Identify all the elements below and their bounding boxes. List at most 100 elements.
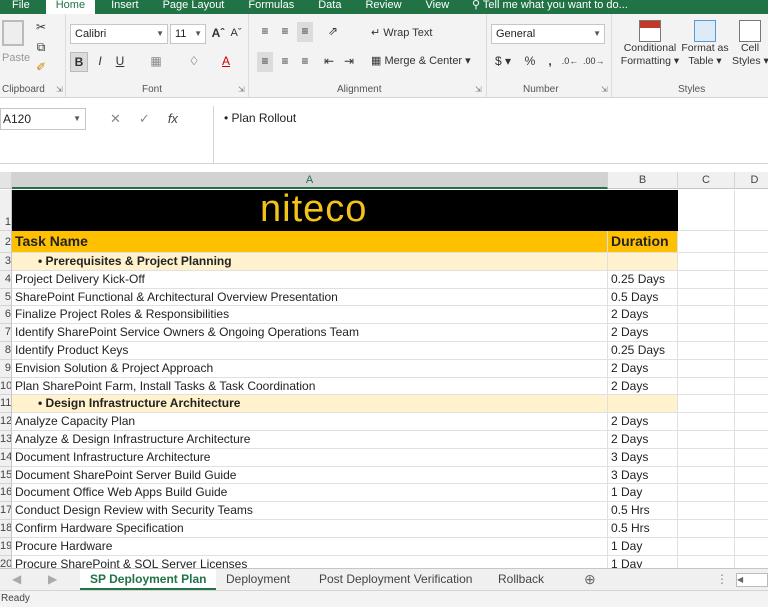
task-name-cell[interactable]: Finalize Project Roles & Responsibilitie… bbox=[12, 306, 608, 325]
duration-cell[interactable] bbox=[608, 253, 678, 271]
empty-cell[interactable] bbox=[735, 306, 768, 325]
cancel-icon[interactable]: ✕ bbox=[110, 108, 121, 130]
row-header[interactable]: 6 bbox=[0, 306, 12, 325]
percent-icon[interactable]: % bbox=[523, 52, 537, 72]
task-name-cell[interactable]: Procure Hardware bbox=[12, 537, 608, 556]
empty-cell[interactable] bbox=[735, 271, 768, 289]
empty-cell[interactable] bbox=[678, 306, 735, 325]
duration-cell[interactable]: 2 Days bbox=[608, 324, 678, 342]
duration-cell[interactable]: 2 Days bbox=[608, 306, 678, 325]
duration-cell[interactable]: 0.25 Days bbox=[608, 342, 678, 360]
align-top-icon[interactable]: ≡ bbox=[257, 22, 273, 42]
sheet-tab-post-deployment-verification[interactable]: Post Deployment Verification bbox=[319, 569, 472, 590]
row-header[interactable]: 10 bbox=[0, 377, 12, 396]
row-header[interactable]: 13 bbox=[0, 431, 12, 449]
empty-cell[interactable] bbox=[735, 520, 768, 538]
ribbon-tab-data[interactable]: Data bbox=[306, 0, 353, 14]
copy-icon[interactable]: ⧉ bbox=[34, 38, 48, 58]
row-header[interactable]: 8 bbox=[0, 342, 12, 360]
row-header[interactable]: 5 bbox=[0, 288, 12, 307]
duration-cell[interactable]: 1 Day bbox=[608, 555, 678, 568]
ribbon-tab-formulas[interactable]: Formulas bbox=[236, 0, 306, 14]
row-header[interactable]: 16 bbox=[0, 484, 12, 503]
task-name-cell[interactable]: Identify SharePoint Service Owners & Ong… bbox=[12, 324, 608, 342]
currency-icon[interactable]: $ ▾ bbox=[493, 52, 513, 72]
font-name-dropdown[interactable]: Calibri ▼ bbox=[70, 24, 168, 44]
tell-me-search[interactable]: ⚲ Tell me what you want to do... bbox=[472, 0, 628, 11]
clipboard-launcher-icon[interactable]: ⇲ bbox=[56, 85, 63, 94]
task-name-cell[interactable]: Conduct Design Review with Security Team… bbox=[12, 502, 608, 520]
shrink-font-icon[interactable]: Aˇ bbox=[228, 24, 244, 44]
task-name-cell[interactable]: Project Delivery Kick-Off bbox=[12, 270, 608, 289]
sheet-tab-sp-deployment-plan[interactable]: SP Deployment Plan bbox=[80, 569, 217, 590]
column-header-b[interactable]: B bbox=[608, 172, 678, 189]
task-name-cell[interactable]: Document Infrastructure Architecture bbox=[12, 448, 608, 467]
comma-style-icon[interactable]: , bbox=[543, 52, 557, 72]
row-header[interactable]: 20 bbox=[0, 555, 12, 568]
empty-cell[interactable] bbox=[678, 270, 735, 289]
empty-cell[interactable] bbox=[735, 467, 768, 485]
section-heading-cell[interactable]: • Prerequisites & Project Planning bbox=[12, 253, 608, 271]
row-header[interactable]: 4 bbox=[0, 270, 12, 289]
empty-cell[interactable] bbox=[678, 466, 735, 485]
decrease-indent-icon[interactable]: ⇤ bbox=[321, 52, 337, 72]
increase-decimal-icon[interactable]: .0← bbox=[561, 52, 579, 72]
empty-cell[interactable] bbox=[678, 342, 735, 360]
empty-cell[interactable] bbox=[678, 377, 735, 396]
select-all-corner[interactable] bbox=[0, 172, 12, 189]
empty-cell[interactable] bbox=[678, 395, 735, 414]
italic-button[interactable]: I bbox=[92, 52, 108, 72]
row-header[interactable]: 19 bbox=[0, 537, 12, 556]
empty-cell[interactable] bbox=[735, 484, 768, 503]
empty-cell[interactable] bbox=[678, 231, 735, 253]
empty-cell[interactable] bbox=[678, 324, 735, 342]
wrap-text-button[interactable]: ↵ Wrap Text bbox=[371, 26, 432, 39]
empty-cell[interactable] bbox=[735, 538, 768, 556]
task-name-header[interactable]: Task Name bbox=[12, 231, 608, 253]
duration-cell[interactable]: 2 Days bbox=[608, 377, 678, 396]
empty-cell[interactable] bbox=[735, 324, 768, 342]
duration-cell[interactable]: 1 Day bbox=[608, 484, 678, 503]
row-header[interactable]: 18 bbox=[0, 520, 12, 538]
row-header[interactable]: 11 bbox=[0, 395, 12, 414]
fill-color-icon[interactable]: ♢ bbox=[186, 52, 202, 72]
name-box[interactable]: A120 ▼ bbox=[0, 108, 86, 130]
cut-icon[interactable]: ✂ bbox=[34, 18, 48, 38]
duration-header[interactable]: Duration bbox=[608, 231, 678, 253]
ribbon-tab-home[interactable]: Home bbox=[45, 0, 96, 14]
duration-cell[interactable]: 2 Days bbox=[608, 413, 678, 431]
align-middle-icon[interactable]: ≡ bbox=[277, 22, 293, 42]
format-painter-icon[interactable]: ✐ bbox=[34, 58, 48, 78]
row-header[interactable]: 9 bbox=[0, 359, 12, 378]
insert-function-icon[interactable]: fx bbox=[168, 108, 178, 130]
duration-cell[interactable]: 2 Days bbox=[608, 359, 678, 378]
empty-cell[interactable] bbox=[735, 253, 768, 271]
task-name-cell[interactable]: Procure SharePoint & SQL Server Licenses bbox=[12, 555, 608, 568]
task-name-cell[interactable]: Analyze Capacity Plan bbox=[12, 413, 608, 431]
task-name-cell[interactable]: Document SharePoint Server Build Guide bbox=[12, 466, 608, 485]
section-heading-cell[interactable]: • Design Infrastructure Architecture bbox=[12, 395, 608, 414]
task-name-cell[interactable]: Envision Solution & Project Approach bbox=[12, 359, 608, 378]
empty-cell[interactable] bbox=[678, 253, 735, 271]
row-header[interactable]: 14 bbox=[0, 448, 12, 467]
row-header[interactable]: 12 bbox=[0, 413, 12, 431]
task-name-cell[interactable]: SharePoint Functional & Architectural Ov… bbox=[12, 288, 608, 307]
worksheet[interactable]: A B C D 1 niteco 2 Task Name Duration 3 •… bbox=[0, 172, 768, 568]
align-bottom-icon[interactable]: ≡ bbox=[297, 22, 313, 42]
duration-cell[interactable]: 3 Days bbox=[608, 466, 678, 485]
task-name-cell[interactable]: Confirm Hardware Specification bbox=[12, 520, 608, 538]
underline-button[interactable]: U bbox=[112, 52, 128, 72]
ribbon-tab-view[interactable]: View bbox=[414, 0, 462, 14]
empty-cell[interactable] bbox=[735, 449, 768, 467]
ribbon-tab-review[interactable]: Review bbox=[353, 0, 413, 14]
duration-cell[interactable]: 0.25 Days bbox=[608, 270, 678, 289]
align-center-icon[interactable]: ≡ bbox=[277, 52, 293, 72]
ribbon-tab-file[interactable]: File bbox=[0, 0, 42, 14]
horizontal-scrollbar[interactable]: ◀ bbox=[736, 573, 768, 587]
empty-cell[interactable] bbox=[735, 342, 768, 360]
row-header[interactable]: 17 bbox=[0, 502, 12, 520]
scroll-tabs-left-icon[interactable]: ◀ bbox=[12, 569, 21, 590]
column-header-c[interactable]: C bbox=[678, 172, 735, 189]
decrease-decimal-icon[interactable]: .00→ bbox=[583, 52, 605, 72]
font-color-icon[interactable]: A bbox=[218, 52, 234, 72]
